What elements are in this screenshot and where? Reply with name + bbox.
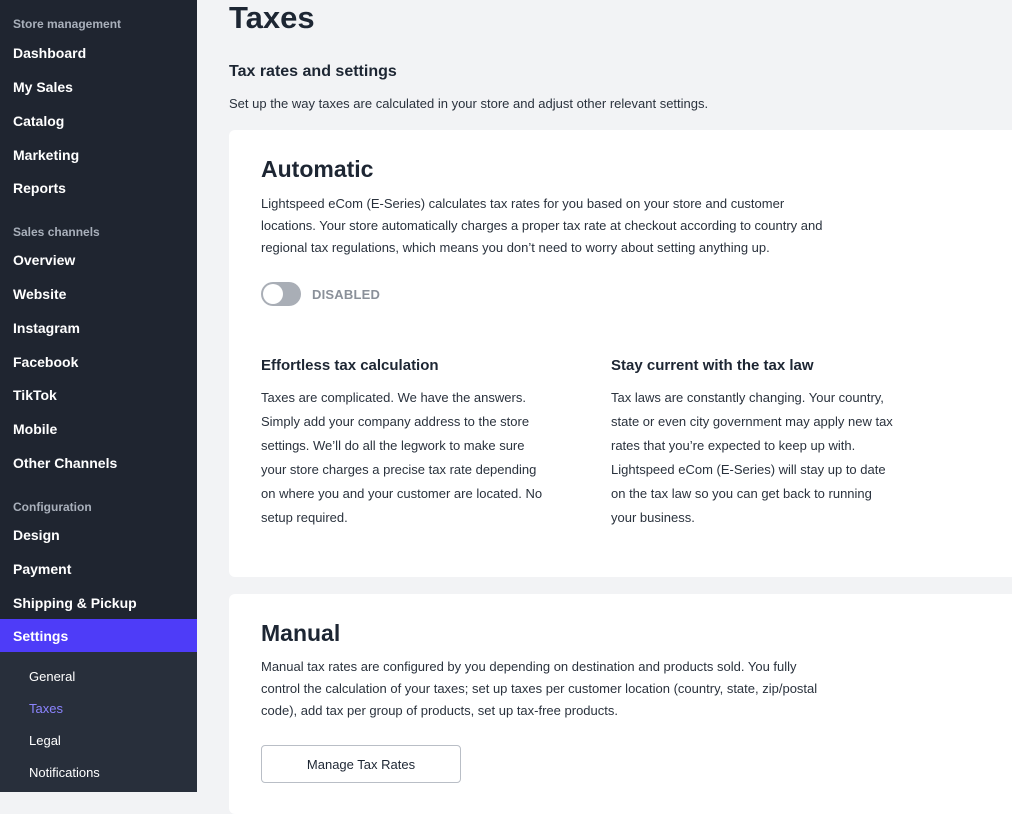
feature-text-line: state or even city government may apply …: [611, 414, 893, 429]
sidebar-subitem-general[interactable]: General: [29, 669, 75, 685]
sidebar-item-dashboard[interactable]: Dashboard: [13, 44, 86, 62]
sidebar-item-marketing[interactable]: Marketing: [13, 146, 79, 164]
sidebar-item-facebook[interactable]: Facebook: [13, 353, 78, 371]
sidebar-item-catalog[interactable]: Catalog: [13, 112, 64, 130]
sidebar-item-shipping-pickup[interactable]: Shipping & Pickup: [13, 594, 137, 612]
sidebar-section-sales-channels: Sales channels: [13, 225, 100, 239]
sidebar-item-my-sales[interactable]: My Sales: [13, 78, 73, 96]
feature-text-line: on the tax law so you can get back to ru…: [611, 486, 872, 501]
feature-text-line: settings. We’ll do all the legwork to ma…: [261, 438, 525, 453]
sidebar-item-instagram[interactable]: Instagram: [13, 319, 80, 337]
feature-text-line: on where you and your customer are locat…: [261, 486, 543, 501]
feature-text-line: your business.: [611, 510, 695, 525]
feature-text-line: rates that you’re expected to keep up wi…: [611, 438, 856, 453]
sidebar-item-website[interactable]: Website: [13, 285, 66, 303]
sidebar-subitem-notifications[interactable]: Notifications: [29, 765, 100, 781]
manual-description: Manual tax rates are configured by you d…: [261, 656, 871, 722]
toggle-knob: [263, 284, 283, 304]
manual-description-line: control the calculation of your taxes; s…: [261, 681, 818, 696]
sidebar-item-mobile[interactable]: Mobile: [13, 420, 57, 438]
manual-tax-card: Manual Manual tax rates are configured b…: [229, 594, 1012, 814]
toggle-state-label: DISABLED: [312, 287, 381, 302]
sidebar-item-payment[interactable]: Payment: [13, 560, 71, 578]
feature-title-tax-law: Stay current with the tax law: [611, 357, 814, 374]
sidebar-item-design[interactable]: Design: [13, 526, 60, 544]
feature-title-effortless: Effortless tax calculation: [261, 357, 439, 374]
automatic-description: Lightspeed eCom (E-Series) calculates ta…: [261, 193, 871, 259]
feature-text-line: your store charges a precise tax rate de…: [261, 462, 537, 477]
sidebar-item-overview[interactable]: Overview: [13, 251, 75, 269]
feature-text-line: setup required.: [261, 510, 348, 525]
automatic-tax-toggle[interactable]: [261, 282, 301, 306]
manage-tax-rates-button[interactable]: Manage Tax Rates: [261, 745, 461, 783]
feature-text-line: Simply add your company address to the s…: [261, 414, 530, 429]
automatic-tax-card: Automatic Lightspeed eCom (E-Series) cal…: [229, 130, 1012, 577]
sidebar-item-other-channels[interactable]: Other Channels: [13, 454, 117, 472]
sidebar-section-store-management: Store management: [13, 17, 122, 31]
section-title: Tax rates and settings: [229, 63, 397, 80]
manual-description-line: code), add tax per group of products, se…: [261, 703, 618, 718]
feature-text-tax-law: Tax laws are constantly changing. Your c…: [611, 386, 916, 530]
automatic-title: Automatic: [261, 156, 374, 182]
sidebar-item-settings-label[interactable]: Settings: [13, 627, 68, 645]
automatic-description-line: locations. Your store automatically char…: [261, 218, 823, 233]
manual-description-line: Manual tax rates are configured by you d…: [261, 659, 797, 674]
feature-text-line: Tax laws are constantly changing. Your c…: [611, 390, 884, 405]
sidebar-item-tiktok[interactable]: TikTok: [13, 386, 57, 404]
sidebar-section-configuration: Configuration: [13, 500, 92, 514]
sidebar-subitem-taxes[interactable]: Taxes: [29, 701, 63, 717]
automatic-description-line: regional tax regulations, which means yo…: [261, 240, 770, 255]
feature-text-line: Taxes are complicated. We have the answe…: [261, 390, 526, 405]
sidebar: Store management Dashboard My Sales Cata…: [0, 0, 197, 792]
feature-text-line: Lightspeed eCom (E-Series) will stay up …: [611, 462, 886, 477]
feature-text-effortless: Taxes are complicated. We have the answe…: [261, 386, 566, 530]
sidebar-item-reports[interactable]: Reports: [13, 179, 66, 197]
sidebar-subitem-legal[interactable]: Legal: [29, 733, 61, 749]
page-title: Taxes: [229, 0, 315, 35]
section-description: Set up the way taxes are calculated in y…: [229, 96, 709, 111]
automatic-description-line: Lightspeed eCom (E-Series) calculates ta…: [261, 196, 785, 211]
manual-title: Manual: [261, 620, 341, 646]
main-content: Taxes Tax rates and settings Set up the …: [197, 0, 1012, 814]
